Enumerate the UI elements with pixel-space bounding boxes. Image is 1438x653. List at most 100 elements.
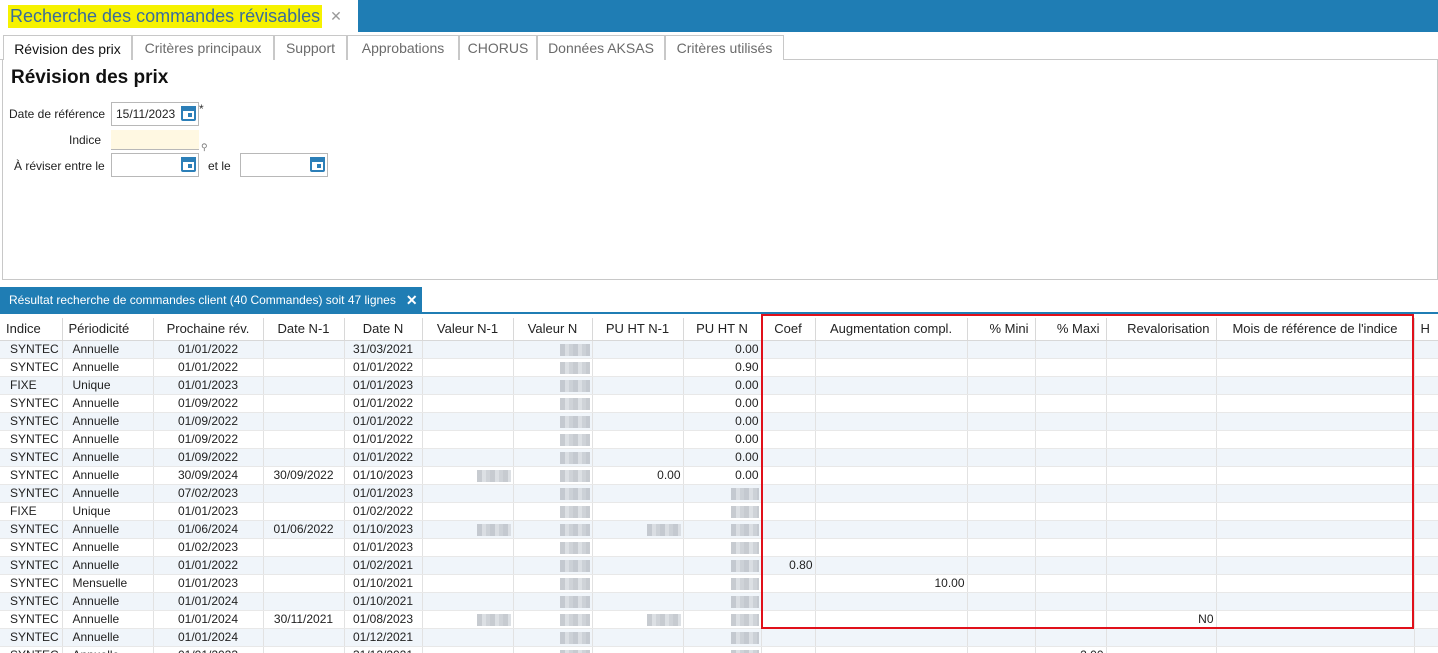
tab-donnees-aksas[interactable]: Données AKSAS [537,35,665,60]
redacted-value [730,505,759,518]
table-cell: 30/09/2022 [263,466,345,485]
table-cell: 01/02/2023 [153,538,264,557]
table-cell [422,466,514,485]
column-header[interactable]: Revalorisation [1106,318,1217,341]
pin-icon[interactable]: ⚲ [201,142,208,153]
tab-label: Support [285,40,336,56]
redacted-value [559,397,590,410]
table-cell [263,448,345,467]
reviser-from-field[interactable] [111,153,199,177]
table-row[interactable]: SYNTEC Mensuelle 01/01/2023 01/10/2021 10.00 [0,574,1438,593]
column-header[interactable]: Coef [761,318,816,341]
table-cell [761,340,816,359]
tab-label: Données AKSAS [548,40,654,56]
table-cell [422,412,514,431]
column-header[interactable]: Augmentation compl. [815,318,968,341]
table-cell: 10.00 [815,574,968,593]
table-row[interactable]: SYNTEC Annuelle 01/01/2024 30/11/2021 01/08/… [0,610,1438,629]
column-header[interactable]: Mois de référence de l'indice [1216,318,1415,341]
table-cell [263,358,345,377]
table-cell [1216,556,1415,575]
results-tab[interactable]: Résultat recherche de commandes client (… [0,287,422,313]
tab-approbations[interactable]: Approbations [347,35,459,60]
table-cell [1106,484,1217,503]
table-row[interactable]: SYNTEC Annuelle 01/01/2022 01/02/2021 0.80 [0,556,1438,575]
window-tab[interactable]: Recherche des commandes révisables ✕ [0,0,358,32]
table-cell [592,412,684,431]
table-cell [967,466,1036,485]
tab-label: Révision des prix [14,40,121,57]
table-row[interactable]: SYNTEC Annuelle 07/02/2023 01/01/2023 [0,484,1438,503]
table-row[interactable]: FIXE Unique 01/01/2023 01/02/2022 [0,502,1438,521]
redacted-value [559,523,590,536]
column-header[interactable]: H [1414,318,1438,341]
ref-date-field[interactable]: 15/11/2023 [111,102,199,126]
table-cell [1216,412,1415,431]
table-cell: 0.00 [683,340,762,359]
table-cell [592,502,684,521]
results-tab-label: Résultat recherche de commandes client (… [9,293,396,307]
table-row[interactable]: SYNTEC Annuelle 01/01/2024 01/12/2021 [0,628,1438,647]
column-header[interactable]: Date N [344,318,423,341]
table-row[interactable]: SYNTEC Annuelle 01/09/2022 01/01/2022 0.00 [0,394,1438,413]
tab-criteres-principaux[interactable]: Critères principaux [132,35,274,60]
table-cell [513,520,593,539]
close-icon[interactable]: ✕ [330,8,342,25]
column-header[interactable]: Prochaine rév. [153,318,264,341]
table-cell [761,466,816,485]
calendar-icon[interactable] [181,157,196,172]
close-icon[interactable]: ✕ [406,292,418,309]
table-row[interactable]: FIXE Unique 01/01/2023 01/01/2023 0.00 [0,376,1438,395]
table-row[interactable]: SYNTEC Annuelle 01/06/2024 01/06/2022 01/10/… [0,520,1438,539]
column-header[interactable]: Périodicité [62,318,154,341]
calendar-icon[interactable] [181,106,196,121]
redacted-value [476,613,511,626]
indice-field[interactable] [111,130,199,150]
table-row[interactable]: SYNTECAnnuelle01/01/2023 31/12/2021 2.00 [0,646,1438,653]
table-cell: 01/01/2022 [153,556,264,575]
table-row[interactable]: SYNTEC Annuelle 30/09/2024 30/09/2022 01/10/… [0,466,1438,485]
table-cell: SYNTEC [0,358,63,377]
table-row[interactable]: SYNTEC Annuelle 01/09/2022 01/01/2022 0.00 [0,448,1438,467]
results-grid[interactable]: Indice Périodicité Prochaine rév. Date N-1 D… [0,318,1438,653]
tab-chorus[interactable]: CHORUS [459,35,537,60]
table-cell [761,448,816,467]
table-cell [1106,340,1217,359]
table-cell [422,394,514,413]
redacted-value [559,379,590,392]
table-cell [967,610,1036,629]
table-cell: Annuelle [62,646,154,653]
tab-support[interactable]: Support [274,35,347,60]
calendar-icon[interactable] [310,157,325,172]
table-row[interactable]: SYNTEC Annuelle 01/01/2022 01/01/2022 0.90 [0,358,1438,377]
table-row[interactable]: SYNTEC Annuelle 01/01/2024 01/10/2021 [0,592,1438,611]
table-cell: SYNTEC [0,538,63,557]
table-cell: 01/09/2022 [153,394,264,413]
column-header[interactable]: Valeur N-1 [422,318,514,341]
table-row[interactable]: SYNTEC Annuelle 01/01/2022 31/03/2021 0.00 [0,340,1438,359]
reviser-to-field[interactable] [240,153,328,177]
table-cell: 0.90 [683,358,762,377]
table-cell [422,628,514,647]
table-cell [967,358,1036,377]
table-cell: 07/02/2023 [153,484,264,503]
column-header[interactable]: Indice [0,318,63,341]
tab-criteres-utilises[interactable]: Critères utilisés [665,35,784,60]
column-header[interactable]: % Mini [967,318,1036,341]
window-title: Recherche des commandes révisables [8,4,323,28]
table-cell: SYNTEC [0,340,63,359]
column-header[interactable]: PU HT N-1 [592,318,684,341]
table-row[interactable]: SYNTEC Annuelle 01/09/2022 01/01/2022 0.00 [0,412,1438,431]
column-header[interactable]: PU HT N [683,318,762,341]
table-cell [1216,448,1415,467]
table-row[interactable]: SYNTEC Annuelle 01/02/2023 01/01/2023 [0,538,1438,557]
tab-revision-des-prix[interactable]: Révision des prix [3,35,132,61]
column-header[interactable]: % Maxi [1035,318,1107,341]
table-cell: 01/01/2023 [153,376,264,395]
table-cell [422,484,514,503]
table-cell: Annuelle [62,394,154,413]
column-header[interactable]: Date N-1 [263,318,345,341]
table-row[interactable]: SYNTEC Annuelle 01/09/2022 01/01/2022 0.00 [0,430,1438,449]
column-header[interactable]: Valeur N [513,318,593,341]
table-cell: Annuelle [62,466,154,485]
